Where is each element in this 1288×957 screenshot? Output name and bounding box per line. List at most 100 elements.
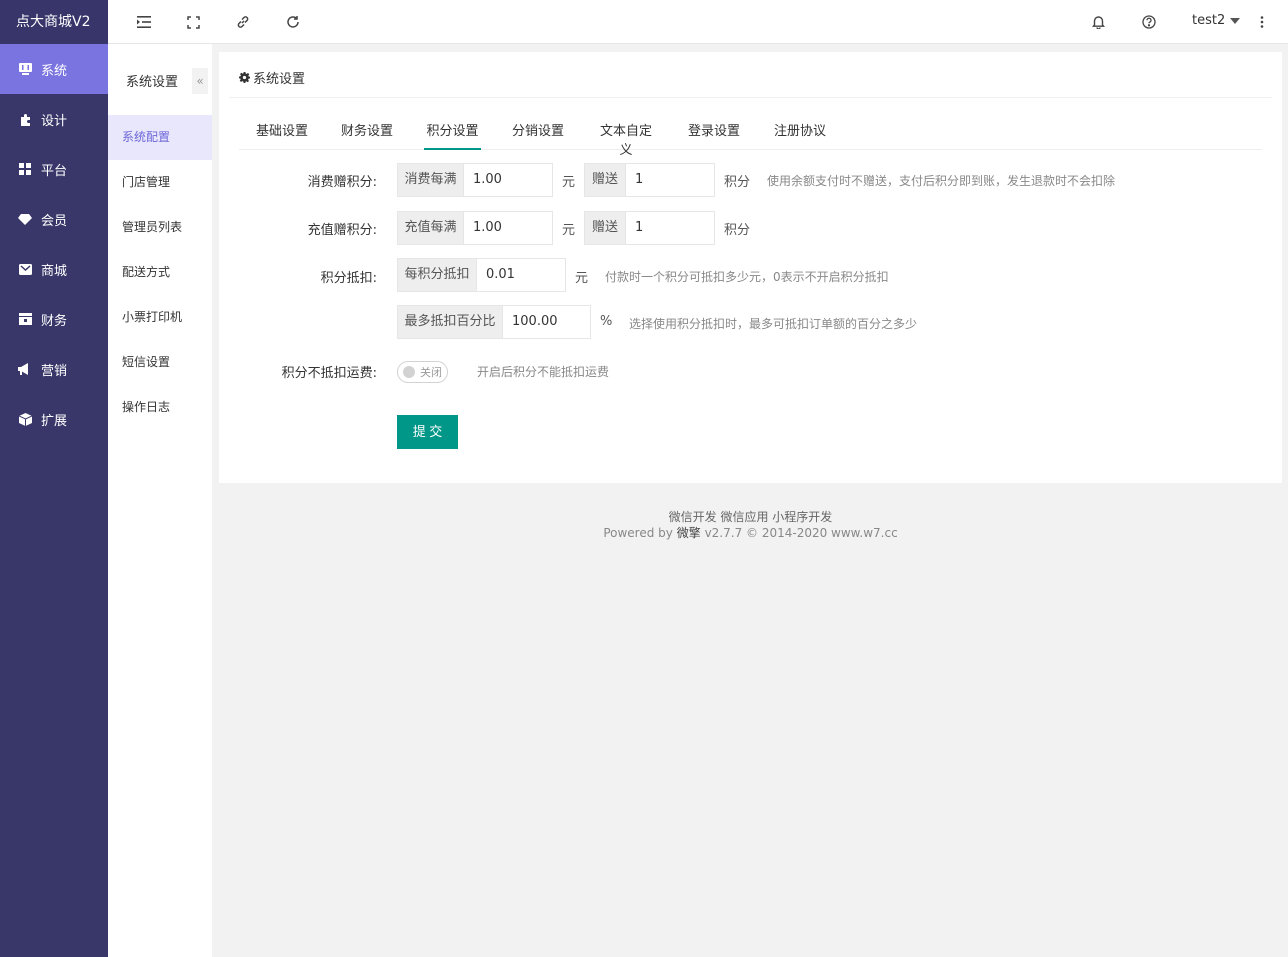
sub-sidebar-title: 系统设置 « bbox=[108, 44, 212, 115]
username: test2 bbox=[1192, 13, 1226, 28]
consume-gift-input[interactable]: 1 bbox=[625, 163, 715, 197]
link-icon[interactable] bbox=[233, 12, 253, 32]
nav-item-design[interactable]: 设计 bbox=[0, 94, 108, 144]
subnav-item-printer[interactable]: 小票打印机 bbox=[108, 295, 212, 340]
recharge-amount-input[interactable]: 1.00 bbox=[463, 211, 553, 245]
tab-label: 财务设置 bbox=[341, 124, 394, 139]
freight-label: 积分不抵扣运费: bbox=[281, 366, 377, 381]
toggle-text: 关闭 bbox=[420, 366, 442, 379]
nav-label-mall: 商城 bbox=[41, 263, 68, 279]
submit-button[interactable]: 提 交 bbox=[397, 415, 458, 449]
deduct-label: 积分抵扣: bbox=[320, 271, 377, 286]
tab-text-custom[interactable]: 文本自定义 bbox=[594, 120, 658, 158]
deduct-rate-input[interactable]: 0.01 bbox=[476, 258, 566, 292]
nav-item-marketing[interactable]: 营销 bbox=[0, 344, 108, 394]
puzzle-icon bbox=[18, 112, 32, 126]
nav-item-member[interactable]: 会员 bbox=[0, 194, 108, 244]
footer-links[interactable]: 微信开发 微信应用 小程序开发 bbox=[219, 508, 1282, 525]
nav-label-design: 设计 bbox=[41, 113, 68, 129]
tab-basic[interactable]: 基础设置 bbox=[256, 120, 308, 150]
max-percent-addon: 最多抵扣百分比 bbox=[397, 305, 503, 339]
tab-register-agreement[interactable]: 注册协议 bbox=[774, 120, 826, 150]
consume-points-label: 消费赠积分: bbox=[307, 175, 377, 190]
nav-item-platform[interactable]: 平台 bbox=[0, 144, 108, 194]
cube-icon bbox=[18, 412, 32, 426]
more-vertical-icon[interactable] bbox=[1252, 12, 1272, 32]
nav-item-extend[interactable]: 扩展 bbox=[0, 394, 108, 444]
powered-prefix: Powered by bbox=[603, 526, 673, 540]
nav-label-system: 系统 bbox=[41, 63, 68, 79]
nav-item-system[interactable]: 系统 bbox=[0, 44, 108, 94]
nav-label-member: 会员 bbox=[41, 213, 68, 229]
toggle-knob bbox=[403, 366, 415, 378]
user-menu[interactable]: test2 bbox=[1192, 13, 1241, 28]
recharge-unit-yuan: 元 bbox=[562, 223, 576, 238]
settings-tabs: 基础设置 财务设置 积分设置 分销设置 文本自定义 登录设置 注册协议 bbox=[239, 120, 1262, 158]
tab-label: 分销设置 bbox=[512, 124, 565, 139]
nav-label-platform: 平台 bbox=[41, 163, 68, 179]
freight-hint: 开启后积分不能抵扣运费 bbox=[477, 365, 610, 379]
tab-finance[interactable]: 财务设置 bbox=[341, 120, 393, 150]
card-divider bbox=[229, 97, 1272, 98]
fullscreen-icon[interactable] bbox=[183, 12, 203, 32]
recharge-points-label: 充值赠积分: bbox=[307, 223, 377, 238]
nav-item-finance[interactable]: 财务 bbox=[0, 294, 108, 344]
wallet-icon bbox=[18, 312, 32, 326]
consume-unit-yuan: 元 bbox=[562, 175, 576, 190]
grid-icon bbox=[18, 162, 32, 176]
powered-version: v2.7.7 © 2014-2020 www.w7.cc bbox=[704, 526, 898, 540]
subnav-item-system-config[interactable]: 系统配置 bbox=[108, 115, 212, 160]
consume-amount-input[interactable]: 1.00 bbox=[463, 163, 553, 197]
consume-unit-points: 积分 bbox=[724, 175, 751, 190]
nav-label-finance: 财务 bbox=[41, 313, 68, 329]
card-title-text: 系统设置 bbox=[253, 72, 306, 87]
subnav-item-delivery[interactable]: 配送方式 bbox=[108, 250, 212, 295]
recharge-unit-points: 积分 bbox=[724, 223, 751, 238]
deduct-addon: 每积分抵扣 bbox=[397, 258, 477, 292]
tab-points[interactable]: 积分设置 bbox=[424, 120, 481, 150]
card-title: 系统设置 bbox=[239, 68, 305, 87]
max-percent-unit: % bbox=[600, 314, 613, 329]
consume-gift-addon: 赠送 bbox=[584, 163, 626, 197]
bell-icon[interactable] bbox=[1088, 12, 1108, 32]
refresh-icon[interactable] bbox=[283, 12, 303, 32]
system-icon bbox=[18, 62, 32, 76]
main-sidebar: 点大商城V2 系统 设计 平台 会员 商城 财务 营销 扩展 bbox=[0, 0, 108, 957]
deduct-hint: 付款时一个积分可抵扣多少元，0表示不开启积分抵扣 bbox=[605, 270, 889, 284]
subnav-item-oplog[interactable]: 操作日志 bbox=[108, 385, 212, 430]
powered-brand[interactable]: 微擎 bbox=[677, 526, 701, 540]
mail-icon bbox=[18, 262, 32, 276]
max-percent-hint: 选择使用积分抵扣时，最多可抵扣订单额的百分之多少 bbox=[629, 317, 918, 331]
nav-item-mall[interactable]: 商城 bbox=[0, 244, 108, 294]
recharge-addon: 充值每满 bbox=[397, 211, 464, 245]
sub-sidebar-title-text: 系统设置 bbox=[126, 75, 179, 90]
subnav-item-admin-list[interactable]: 管理员列表 bbox=[108, 205, 212, 250]
tab-label: 注册协议 bbox=[774, 124, 827, 139]
recharge-gift-input[interactable]: 1 bbox=[625, 211, 715, 245]
tab-label: 登录设置 bbox=[688, 124, 741, 139]
menu-toggle-icon[interactable] bbox=[134, 12, 154, 32]
tab-distribution[interactable]: 分销设置 bbox=[512, 120, 564, 150]
tab-login[interactable]: 登录设置 bbox=[688, 120, 740, 150]
top-header: test2 bbox=[108, 0, 1288, 44]
app-logo[interactable]: 点大商城V2 bbox=[0, 0, 108, 44]
consume-addon: 消费每满 bbox=[397, 163, 464, 197]
subnav-item-sms[interactable]: 短信设置 bbox=[108, 340, 212, 385]
max-percent-input[interactable]: 100.00 bbox=[502, 305, 591, 339]
tab-label: 文本自定义 bbox=[599, 124, 652, 158]
caret-down-icon bbox=[1230, 17, 1241, 24]
help-icon[interactable] bbox=[1139, 12, 1159, 32]
megaphone-icon bbox=[18, 362, 32, 376]
tab-label: 基础设置 bbox=[256, 124, 309, 139]
nav-label-marketing: 营销 bbox=[41, 363, 68, 379]
consume-hint: 使用余额支付时不赠送，支付后积分即到账，发生退款时不会扣除 bbox=[767, 174, 1116, 188]
freight-toggle[interactable]: 关闭 bbox=[397, 361, 448, 383]
collapse-button[interactable]: « bbox=[192, 68, 208, 94]
recharge-gift-addon: 赠送 bbox=[584, 211, 626, 245]
deduct-unit-yuan: 元 bbox=[575, 271, 589, 286]
subnav-item-store-manage[interactable]: 门店管理 bbox=[108, 160, 212, 205]
sub-sidebar: 系统设置 « 系统配置 门店管理 管理员列表 配送方式 小票打印机 短信设置 操… bbox=[108, 44, 212, 957]
footer-powered: Powered by 微擎 v2.7.7 © 2014-2020 www.w7.… bbox=[219, 524, 1282, 541]
tab-label: 积分设置 bbox=[426, 124, 479, 139]
gem-icon bbox=[18, 212, 32, 226]
